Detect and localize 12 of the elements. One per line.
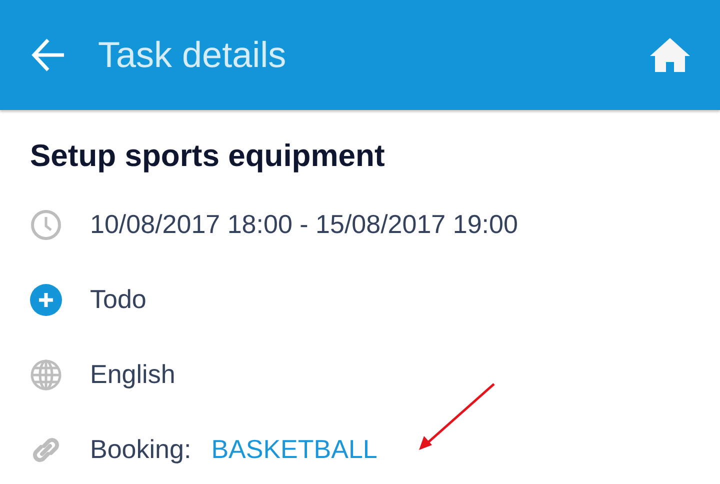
home-icon[interactable] (650, 38, 690, 72)
plus-circle-icon (30, 284, 62, 316)
task-title: Setup sports equipment (30, 140, 386, 171)
status-text: Todo (90, 283, 146, 316)
window-title: Task details (98, 33, 286, 77)
time-range: 10/08/2017 18:00 - 15/08/2017 19:00 (90, 208, 518, 241)
booking-label: Booking: (90, 433, 192, 466)
language-text: English (90, 358, 176, 391)
booking-link[interactable]: BASKETBALL (211, 430, 378, 469)
globe-icon (30, 358, 62, 390)
back-icon[interactable] (30, 37, 66, 73)
clock-icon (30, 208, 62, 240)
